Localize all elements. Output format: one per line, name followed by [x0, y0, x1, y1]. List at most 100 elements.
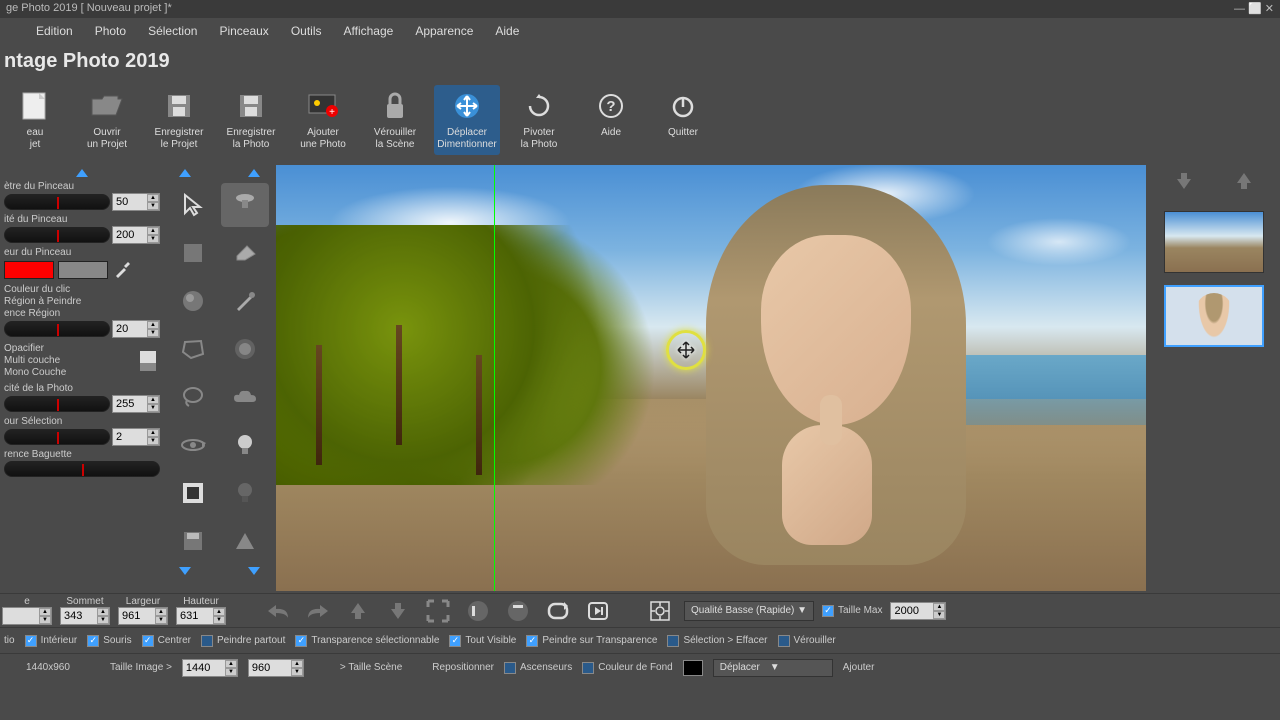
photo-opacity-slider[interactable] [4, 396, 110, 412]
tool-col2-toggle[interactable] [248, 169, 260, 177]
max-size-checkbox[interactable]: ✓Taille Max [822, 605, 882, 617]
align-left-icon[interactable] [462, 598, 494, 624]
rotate-photo-button[interactable]: Pivoterla Photo [506, 85, 572, 155]
bgcolor-checkbox[interactable]: Couleur de Fond [582, 662, 673, 674]
window-controls[interactable]: — ⬜ ✕ [1234, 2, 1274, 16]
contour-input[interactable]: 2▲▼ [112, 428, 160, 446]
undo-icon[interactable] [262, 598, 294, 624]
pointer-tool[interactable] [169, 183, 217, 227]
brush-color-swatch[interactable] [4, 261, 54, 279]
width-input[interactable]: 961▲▼ [118, 607, 168, 625]
save-photo-button[interactable]: Enregistrerla Photo [218, 85, 284, 155]
tool-col1-toggle-down[interactable] [179, 567, 191, 575]
play-next-icon[interactable] [582, 598, 614, 624]
redo-icon[interactable] [302, 598, 334, 624]
brush-tool[interactable] [221, 279, 269, 323]
eraser-tool[interactable] [221, 231, 269, 275]
image-height-input[interactable]: 960▲▼ [248, 659, 304, 677]
bgcolor-swatch[interactable] [683, 660, 703, 676]
layer-up-icon[interactable] [1235, 171, 1253, 191]
sel-erase-checkbox[interactable]: Sélection > Effacer [667, 635, 767, 647]
move-resize-button[interactable]: DéplacerDimentionner [434, 85, 500, 155]
add-photo-button[interactable]: + Ajouterune Photo [290, 85, 356, 155]
menu-edit[interactable]: Edition [26, 20, 83, 42]
paint-trans-checkbox[interactable]: ✓Peindre sur Transparence [526, 635, 657, 647]
tool-col2-toggle-down[interactable] [248, 567, 260, 575]
new-project-button[interactable]: eaujet [2, 85, 68, 155]
interior-checkbox[interactable]: ✓Intérieur [25, 635, 78, 647]
canvas-foreground-person[interactable] [636, 185, 1036, 591]
lock-scene-button[interactable]: Vérouillerla Scène [362, 85, 428, 155]
loop-icon[interactable] [542, 598, 574, 624]
sphere-tool[interactable] [169, 279, 217, 323]
region-tolerance-slider[interactable] [4, 321, 110, 337]
center-checkbox[interactable]: ✓Centrer [142, 635, 191, 647]
nav-down-icon[interactable] [382, 598, 414, 624]
brush-color-alt-swatch[interactable] [58, 261, 108, 279]
max-size-input[interactable]: 2000▲▼ [890, 602, 946, 620]
polygon-tool[interactable] [169, 327, 217, 371]
image-width-input[interactable]: 1440▲▼ [182, 659, 238, 677]
eyedropper-icon[interactable] [112, 260, 132, 280]
rect-tool[interactable] [169, 231, 217, 275]
menu-brushes[interactable]: Pinceaux [209, 20, 278, 42]
left-input[interactable]: ▲▼ [2, 607, 52, 625]
fit-screen-icon[interactable] [422, 598, 454, 624]
quit-button[interactable]: Quitter [650, 85, 716, 143]
photo-opacity-input[interactable]: 255▲▼ [112, 395, 160, 413]
triangle-tool[interactable] [221, 519, 269, 563]
bulb-on-tool[interactable] [221, 423, 269, 467]
brush-opacity-input[interactable]: 200▲▼ [112, 226, 160, 244]
move-cursor-target[interactable] [666, 330, 706, 370]
move-mode-select[interactable]: Déplacer▼ [713, 659, 833, 677]
tool-col1-toggle[interactable] [179, 169, 191, 177]
lasso-tool[interactable] [169, 375, 217, 419]
align-top-icon[interactable] [502, 598, 534, 624]
help-button[interactable]: ? Aide [578, 85, 644, 143]
layer-thumbnail-foreground[interactable] [1164, 285, 1264, 347]
cloud-tool[interactable] [221, 375, 269, 419]
menu-help[interactable]: Aide [485, 20, 529, 42]
height-input[interactable]: 631▲▼ [176, 607, 226, 625]
save-project-button[interactable]: Enregistrerle Projet [146, 85, 212, 155]
paint-all-checkbox[interactable]: Peindre partout [201, 635, 285, 647]
stamp-tool[interactable] [221, 183, 269, 227]
ratio-checkbox[interactable]: tio [4, 635, 15, 646]
all-visible-checkbox[interactable]: ✓Tout Visible [449, 635, 516, 647]
eraser-block-icon[interactable] [136, 347, 160, 375]
layer-down-icon[interactable] [1175, 171, 1193, 191]
layer-thumbnail-background[interactable] [1164, 211, 1264, 273]
trans-sel-checkbox[interactable]: ✓Transparence sélectionnable [295, 635, 439, 647]
blur-tool[interactable] [221, 327, 269, 371]
menu-tools[interactable]: Outils [281, 20, 332, 42]
lock-checkbox[interactable]: Vérouiller [778, 635, 836, 647]
collapse-toggle-icon[interactable] [76, 169, 88, 177]
menu-view[interactable]: Affichage [334, 20, 404, 42]
brush-opacity-slider[interactable] [4, 227, 110, 243]
open-project-button[interactable]: Ouvrirun Projet [74, 85, 140, 155]
rotate3d-tool[interactable] [169, 423, 217, 467]
menu-photo[interactable]: Photo [85, 20, 136, 42]
canvas[interactable] [276, 165, 1146, 591]
brush-diameter-input[interactable]: 50▲▼ [112, 193, 160, 211]
target-icon[interactable] [644, 598, 676, 624]
save-tool[interactable] [169, 519, 217, 563]
menu-selection[interactable]: Sélection [138, 20, 207, 42]
scene-size-button[interactable]: > Taille Scène [340, 662, 402, 673]
nav-up-icon[interactable] [342, 598, 374, 624]
region-tolerance-input[interactable]: 20▲▼ [112, 320, 160, 338]
quality-select[interactable]: Qualité Basse (Rapide)▼ [684, 601, 814, 621]
add-button[interactable]: Ajouter [843, 662, 875, 673]
vertical-guide[interactable] [494, 165, 495, 591]
bulb-off-tool[interactable] [221, 471, 269, 515]
reposition-button[interactable]: Repositionner [432, 662, 494, 673]
elevators-checkbox[interactable]: Ascenseurs [504, 662, 572, 674]
wand-slider[interactable] [4, 461, 160, 477]
brush-diameter-slider[interactable] [4, 194, 110, 210]
top-input[interactable]: 343▲▼ [60, 607, 110, 625]
frame-tool[interactable] [169, 471, 217, 515]
menu-file[interactable] [4, 27, 24, 35]
menu-appearance[interactable]: Apparence [405, 20, 483, 42]
mouse-checkbox[interactable]: ✓Souris [87, 635, 131, 647]
contour-slider[interactable] [4, 429, 110, 445]
